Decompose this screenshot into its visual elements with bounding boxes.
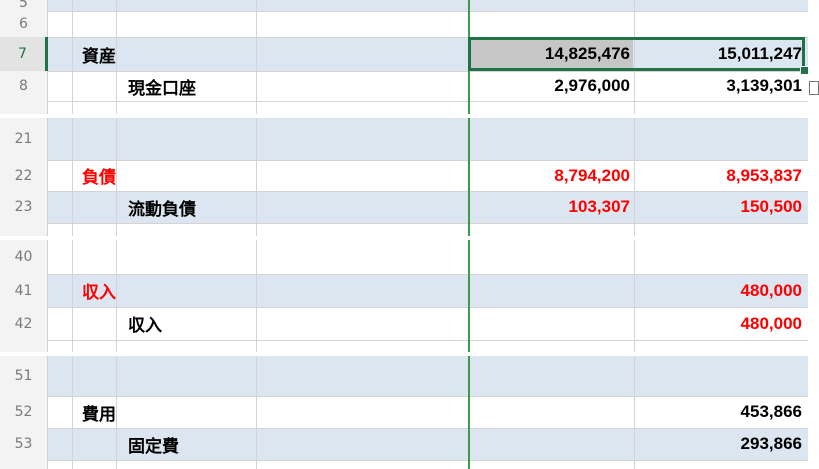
sheet-band-income: 40 41 収入 480,000 42 収入 480,000 (0, 240, 819, 352)
gridline (256, 356, 257, 469)
cut-off-cell-text: · · · · · · · · · · · (82, 0, 212, 6)
gridline (48, 340, 808, 341)
gridline (256, 240, 257, 352)
gridline (48, 428, 808, 429)
column-highlight-line (468, 356, 470, 469)
row-header[interactable] (0, 340, 48, 352)
value-cell-col2[interactable]: 453,866 (637, 396, 802, 428)
subcategory-label[interactable]: 現金口座 (128, 71, 196, 101)
row-header[interactable]: 42 (0, 307, 48, 340)
value-cell-col2[interactable]: 293,866 (637, 428, 802, 460)
row-header[interactable]: 52 (0, 396, 48, 428)
subcategory-label[interactable]: 流動負債 (128, 191, 196, 223)
sheet-row[interactable]: 41 収入 480,000 (0, 274, 808, 307)
sheet-row[interactable]: 42 収入 480,000 (0, 307, 808, 340)
sheet-row[interactable]: 21 (0, 118, 808, 160)
sheet-row-partial[interactable] (0, 340, 808, 352)
sheet-row[interactable]: 23 流動負債 103,307 150,500 (0, 191, 808, 223)
gridline (48, 274, 808, 275)
row-header[interactable] (0, 223, 48, 236)
sheet-row-partial[interactable] (0, 460, 808, 469)
row-header[interactable]: 21 (0, 118, 48, 160)
category-label[interactable]: 収入 (82, 274, 116, 307)
sheet-row[interactable]: 6 (0, 11, 808, 37)
sheet-row-partial[interactable] (0, 223, 808, 236)
gridline (256, 0, 257, 114)
gridline (116, 0, 117, 114)
category-label[interactable]: 費用 (82, 396, 116, 428)
sheet-band-liabilities: 21 22 負債 8,794,200 8,953,837 23 流動負債 103… (0, 118, 819, 236)
gridline (72, 240, 73, 352)
gridline (116, 118, 117, 236)
column-highlight-line (468, 118, 470, 236)
sheet-row[interactable]: 52 費用 453,866 (0, 396, 808, 428)
row-header[interactable]: 22 (0, 160, 48, 191)
value-cell-col2[interactable]: 8,953,837 (637, 160, 802, 191)
column-highlight-line (468, 240, 470, 352)
sheet-row[interactable]: 7 資産 14,825,476 15,011,247 (0, 37, 808, 71)
row-header-active[interactable]: 7 (0, 37, 48, 71)
gridline (634, 118, 635, 236)
value-cell-col2[interactable]: 480,000 (637, 274, 802, 307)
gridline (116, 240, 117, 352)
gridline (48, 223, 808, 224)
gridline (72, 118, 73, 236)
sheet-row[interactable]: 5 · · · · · · · · · · · (0, 0, 808, 11)
sheet-row[interactable]: 40 (0, 240, 808, 274)
gridline (48, 101, 808, 102)
row-header[interactable] (0, 460, 48, 469)
gridline (48, 11, 808, 12)
gridline (48, 307, 808, 308)
row-header[interactable]: 41 (0, 274, 48, 307)
value-cell-col2[interactable]: 15,011,247 (637, 37, 802, 71)
sheet-row[interactable]: 22 負債 8,794,200 8,953,837 (0, 160, 808, 191)
subcategory-label[interactable]: 固定費 (128, 428, 179, 460)
sheet-row[interactable]: 8 現金口座 2,976,000 3,139,301 (0, 71, 808, 101)
row-header[interactable] (0, 101, 48, 114)
row-header[interactable]: 53 (0, 428, 48, 460)
gridline (72, 0, 73, 114)
row-header[interactable]: 6 (0, 11, 48, 37)
gridline (116, 356, 117, 469)
value-cell-col2[interactable]: 480,000 (637, 307, 802, 340)
gridline (48, 396, 808, 397)
value-cell-col1[interactable]: 2,976,000 (470, 71, 630, 101)
sheet-row[interactable]: 51 (0, 356, 808, 396)
subcategory-label[interactable]: 収入 (128, 307, 162, 340)
category-label[interactable]: 資産 (82, 37, 116, 71)
gridline (72, 356, 73, 469)
row-header[interactable]: 8 (0, 71, 48, 101)
sheet-band-expenses: 51 52 費用 453,866 53 固定費 293,866 (0, 356, 819, 469)
gridline (48, 191, 808, 192)
gridline (256, 118, 257, 236)
gridline (48, 71, 808, 72)
value-cell-col2[interactable]: 3,139,301 (637, 71, 802, 101)
value-cell-col1[interactable]: 103,307 (470, 191, 630, 223)
sheet-row-partial[interactable] (0, 101, 808, 114)
quick-analysis-icon[interactable] (809, 81, 819, 95)
category-label[interactable]: 負債 (82, 160, 116, 191)
sheet-row[interactable]: 53 固定費 293,866 (0, 428, 808, 460)
gridline (634, 356, 635, 469)
value-cell-col2[interactable]: 150,500 (637, 191, 802, 223)
gridline (48, 160, 808, 161)
row-header[interactable]: 40 (0, 240, 48, 274)
row-header[interactable]: 23 (0, 191, 48, 223)
gridline (48, 460, 808, 461)
row-header[interactable]: 51 (0, 356, 48, 396)
row-header[interactable]: 5 (0, 0, 48, 11)
value-cell-col1[interactable]: 14,825,476 (470, 37, 630, 71)
gridline (634, 240, 635, 352)
value-cell-col1[interactable]: 8,794,200 (470, 160, 630, 191)
sheet-band-assets: 5 · · · · · · · · · · · 6 7 資産 14,825,47… (0, 0, 819, 114)
